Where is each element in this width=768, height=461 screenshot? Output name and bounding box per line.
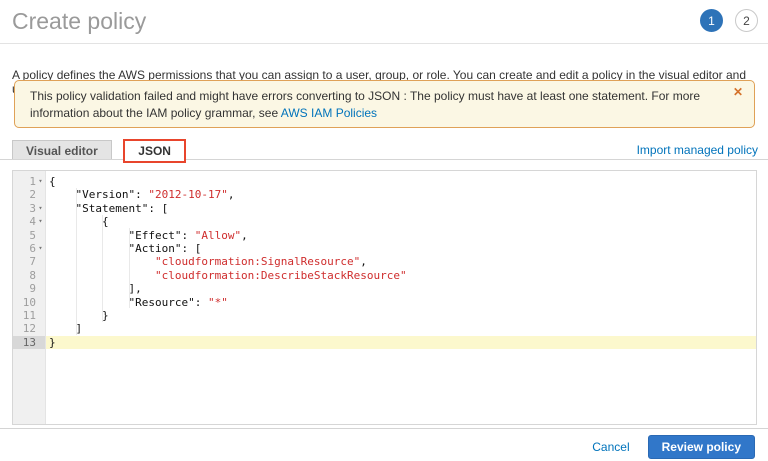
json-plain-token (49, 255, 155, 268)
gutter-line-number[interactable]: 1▾ (13, 175, 45, 188)
editor-line[interactable]: ], (46, 282, 756, 295)
json-editor[interactable]: 1▾23▾4▾56▾78910111213 { "Version": "2012… (12, 170, 757, 425)
line-number: 7 (29, 255, 36, 268)
editor-line[interactable]: "Version": "2012-10-17", (46, 188, 756, 201)
cancel-button[interactable]: Cancel (592, 440, 629, 454)
footer-divider (0, 428, 768, 429)
editor-line[interactable]: "Effect": "Allow", (46, 229, 756, 242)
json-string-token: "cloudformation:DescribeStackResource" (155, 269, 407, 282)
editor-gutter: 1▾23▾4▾56▾78910111213 (13, 171, 46, 424)
gutter-line-number[interactable]: 7 (13, 255, 45, 268)
tab-json[interactable]: JSON (125, 141, 184, 161)
gutter-line-number[interactable]: 10 (13, 296, 45, 309)
json-plain-token: , (241, 229, 248, 242)
editor-line[interactable]: "cloudformation:DescribeStackResource" (46, 269, 756, 282)
page-title: Create policy (12, 8, 146, 35)
json-plain-token: ], (49, 282, 142, 295)
line-number: 11 (23, 309, 36, 322)
editor-code[interactable]: { "Version": "2012-10-17", "Statement": … (46, 171, 756, 424)
json-plain-token: "Action": [ (49, 242, 201, 255)
footer-actions: Cancel Review policy (592, 435, 755, 459)
line-number: 13 (23, 336, 36, 349)
json-plain-token: { (49, 175, 56, 188)
line-number: 9 (29, 282, 36, 295)
json-string-token: "Allow" (195, 229, 241, 242)
tab-bar: Visual editor JSON Import managed policy (0, 140, 768, 160)
line-number: 4 (29, 215, 36, 228)
import-managed-policy-link[interactable]: Import managed policy (637, 143, 758, 157)
line-number: 8 (29, 269, 36, 282)
json-plain-token: , (360, 255, 367, 268)
json-plain-token: , (228, 188, 235, 201)
header-divider (0, 43, 768, 44)
gutter-line-number[interactable]: 12 (13, 322, 45, 335)
line-number: 5 (29, 229, 36, 242)
json-plain-token: } (49, 309, 109, 322)
aws-iam-policies-link[interactable]: AWS IAM Policies (281, 106, 377, 120)
editor-line[interactable]: } (46, 336, 756, 349)
json-plain-token: ] (49, 322, 82, 335)
json-string-token: "*" (208, 296, 228, 309)
gutter-line-number[interactable]: 9 (13, 282, 45, 295)
gutter-line-number[interactable]: 11 (13, 309, 45, 322)
fold-icon[interactable]: ▾ (36, 215, 45, 228)
json-string-token: "cloudformation:SignalResource" (155, 255, 360, 268)
gutter-line-number[interactable]: 8 (13, 269, 45, 282)
fold-icon[interactable]: ▾ (36, 202, 45, 215)
line-number: 6 (29, 242, 36, 255)
close-icon[interactable]: ✕ (733, 86, 743, 98)
editor-line[interactable]: } (46, 309, 756, 322)
json-plain-token: { (49, 215, 109, 228)
step-2-badge: 2 (735, 9, 758, 32)
json-plain-token: } (49, 336, 56, 349)
line-number: 12 (23, 322, 36, 335)
tab-visual-editor[interactable]: Visual editor (12, 140, 112, 160)
editor-line[interactable]: "Resource": "*" (46, 296, 756, 309)
fold-icon[interactable]: ▾ (36, 242, 45, 255)
editor-line[interactable]: "Action": [ (46, 242, 756, 255)
editor-line[interactable]: { (46, 215, 756, 228)
line-number: 3 (29, 202, 36, 215)
gutter-line-number[interactable]: 3▾ (13, 202, 45, 215)
editor-line[interactable]: ] (46, 322, 756, 335)
fold-icon[interactable]: ▾ (36, 175, 45, 188)
line-number: 2 (29, 188, 36, 201)
json-plain-token: "Effect": (49, 229, 195, 242)
create-policy-page: Create policy 1 2 A policy defines the A… (0, 0, 768, 461)
gutter-line-number[interactable]: 13 (13, 336, 45, 349)
step-1-badge: 1 (700, 9, 723, 32)
json-plain-token (49, 269, 155, 282)
json-plain-token: "Statement": [ (49, 202, 168, 215)
json-string-token: "2012-10-17" (148, 188, 227, 201)
editor-line[interactable]: "Statement": [ (46, 202, 756, 215)
step-indicator: 1 2 (700, 9, 758, 32)
validation-warning-banner: This policy validation failed and might … (14, 80, 755, 128)
review-policy-button[interactable]: Review policy (648, 435, 755, 459)
gutter-line-number[interactable]: 5 (13, 229, 45, 242)
line-number: 10 (23, 296, 36, 309)
editor-line[interactable]: { (46, 175, 756, 188)
json-plain-token: "Resource": (49, 296, 208, 309)
editor-line[interactable]: "cloudformation:SignalResource", (46, 255, 756, 268)
tab-bar-divider (0, 159, 768, 160)
line-number: 1 (29, 175, 36, 188)
gutter-line-number[interactable]: 6▾ (13, 242, 45, 255)
json-plain-token: "Version": (49, 188, 148, 201)
gutter-line-number[interactable]: 2 (13, 188, 45, 201)
gutter-line-number[interactable]: 4▾ (13, 215, 45, 228)
